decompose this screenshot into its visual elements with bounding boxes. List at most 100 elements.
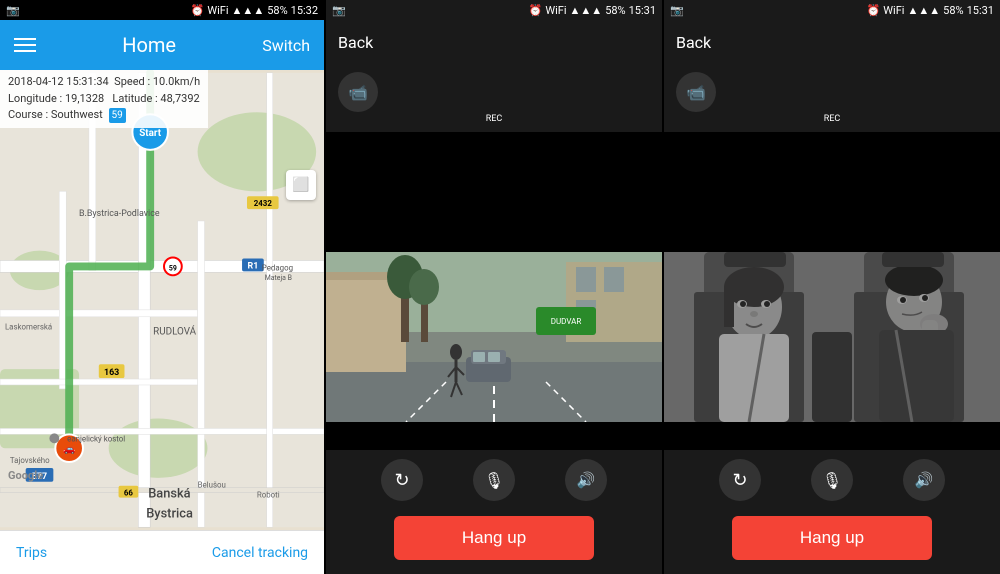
svg-text:Mateja B: Mateja B (265, 274, 292, 282)
svg-text:59: 59 (169, 264, 177, 272)
svg-text:Start: Start (139, 128, 162, 139)
time-3: 15:31 (967, 4, 994, 17)
video-top-bar-1: Back (326, 20, 662, 64)
info-line1: 2018-04-12 15:31:34 Speed : 10.0km/h (8, 74, 200, 91)
bottom-bar: Trips Cancel tracking (0, 530, 324, 574)
svg-text:66: 66 (124, 489, 134, 498)
bottom-black-area-1 (326, 422, 662, 450)
interior-scene-svg (664, 252, 1000, 422)
time-2: 15:31 (629, 4, 656, 17)
rec-label-2: REC (676, 114, 988, 124)
google-logo: Google (8, 469, 43, 482)
course-value: Southwest (51, 108, 103, 121)
video-panel-front: 📷 ⏰ WiFi ▲▲▲ 58% 15:31 Back 📹 REC (326, 0, 662, 574)
rec-button-2[interactable]: 📹 (676, 72, 716, 112)
map-layer-button[interactable]: ⬜ (286, 170, 316, 200)
svg-text:eanjelický kostol: eanjelický kostol (67, 434, 125, 443)
lon-value: 19,1328 (65, 92, 104, 105)
hang-up-area-1: Hang up (326, 510, 662, 574)
top-black-area-1 (326, 132, 662, 252)
svg-text:Bystrica: Bystrica (146, 506, 193, 521)
lat-label: Latitude : (112, 92, 157, 105)
speed-label: Speed : (114, 75, 150, 88)
svg-text:Laskomerská: Laskomerská (5, 323, 52, 332)
wifi-icon-2: WiFi (545, 4, 566, 17)
top-black-area-2 (664, 132, 1000, 252)
volume-icon-1: 🔊 (577, 471, 596, 489)
volume-button-2[interactable]: 🔊 (903, 459, 945, 501)
svg-text:B.Bystrica-Podlavice: B.Bystrica-Podlavice (79, 209, 160, 219)
svg-text:Banská: Banská (148, 487, 190, 502)
rec-area-1: 📹 REC (326, 64, 662, 132)
status-bar-video2: 📷 ⏰ WiFi ▲▲▲ 58% 15:31 (664, 0, 1000, 20)
signal-icon-3: ▲▲▲ (907, 4, 940, 17)
datetime-label: 2018-04-12 15:31:34 (8, 75, 109, 88)
svg-text:🚗: 🚗 (63, 444, 75, 455)
map-overlay-buttons: ⬜ (286, 170, 316, 200)
wifi-icon: WiFi (207, 4, 228, 17)
hang-up-button-1[interactable]: Hang up (394, 516, 594, 560)
back-button-2[interactable]: Back (676, 33, 711, 52)
wifi-icon-3: WiFi (883, 4, 904, 17)
rotate-button-2[interactable]: ↻ (719, 459, 761, 501)
video-top-bar-2: Back (664, 20, 1000, 64)
volume-icon-2: 🔊 (915, 471, 934, 489)
controls-2: ↻ 🎙 🔊 (664, 450, 1000, 510)
lon-label: Longitude : (8, 92, 62, 105)
street-scene-svg: DUDVAR (326, 252, 662, 422)
app-header: Home Switch (0, 20, 324, 70)
map-svg: Start 🚗 E77 163 66 R1 58 2432 B (0, 70, 324, 530)
svg-text:Pedagog: Pedagog (262, 263, 293, 272)
rec-icon-1: 📹 (348, 83, 368, 102)
alarm-icon: ⏰ (191, 4, 205, 17)
trips-button[interactable]: Trips (16, 545, 47, 561)
svg-text:Tajovského: Tajovského (10, 456, 50, 465)
rec-label-1: REC (338, 114, 650, 124)
map-area[interactable]: Start 🚗 E77 163 66 R1 58 2432 B (0, 70, 324, 530)
course-label: Course : (8, 108, 48, 121)
cancel-tracking-button[interactable]: Cancel tracking (212, 545, 308, 561)
svg-text:Belušou: Belušou (198, 481, 226, 490)
lat-value: 48,7392 (160, 92, 199, 105)
status-icons: ⏰ WiFi ▲▲▲ 58% 15:32 (191, 4, 318, 17)
rotate-button-1[interactable]: ↻ (381, 459, 423, 501)
camera-icon: 📷 (6, 4, 20, 17)
info-bar: 2018-04-12 15:31:34 Speed : 10.0km/h Lon… (0, 70, 208, 128)
time-display: 15:32 (291, 4, 318, 17)
info-line2: Longitude : 19,1328 Latitude : 48,7392 (8, 91, 200, 108)
svg-text:163: 163 (104, 368, 119, 378)
svg-text:Roboti: Roboti (257, 491, 280, 500)
front-camera-feed: DUDVAR (326, 252, 662, 422)
signal-icon: ▲▲▲ (232, 4, 265, 17)
rotate-icon-2: ↻ (732, 470, 747, 491)
status-bar-map: 📷 ⏰ WiFi ▲▲▲ 58% 15:32 (0, 0, 324, 20)
alarm-icon-3: ⏰ (867, 4, 881, 17)
signal-icon-2: ▲▲▲ (570, 4, 603, 17)
battery-2: 58% (605, 4, 625, 17)
rec-button-1[interactable]: 📹 (338, 72, 378, 112)
volume-button-1[interactable]: 🔊 (565, 459, 607, 501)
rec-icon-2: 📹 (686, 83, 706, 102)
mic-button-2[interactable]: 🎙 (811, 459, 853, 501)
alarm-icon-2: ⏰ (529, 4, 543, 17)
svg-text:R1: R1 (248, 261, 259, 271)
svg-text:DUDVAR: DUDVAR (551, 317, 582, 326)
speed-value: 10.0km/h (153, 75, 200, 88)
svg-text:RUDLOVÁ: RUDLOVÁ (153, 326, 197, 338)
status-bar-video1: 📷 ⏰ WiFi ▲▲▲ 58% 15:31 (326, 0, 662, 20)
mic-button-1[interactable]: 🎙 (473, 459, 515, 501)
battery-3: 58% (943, 4, 963, 17)
menu-button[interactable] (14, 38, 36, 52)
back-button-1[interactable]: Back (338, 33, 373, 52)
controls-1: ↻ 🎙 🔊 (326, 450, 662, 510)
rear-camera-feed (664, 252, 1000, 422)
rec-area-2: 📹 REC (664, 64, 1000, 132)
status-icons-3: ⏰ WiFi ▲▲▲ 58% 15:31 (867, 4, 994, 17)
rotate-icon-1: ↻ (394, 470, 409, 491)
hang-up-area-2: Hang up (664, 510, 1000, 574)
hang-up-button-2[interactable]: Hang up (732, 516, 932, 560)
map-panel: 📷 ⏰ WiFi ▲▲▲ 58% 15:32 Home Switch 2018-… (0, 0, 324, 574)
switch-button[interactable]: Switch (262, 36, 310, 55)
status-icons-2: ⏰ WiFi ▲▲▲ 58% 15:31 (529, 4, 656, 17)
svg-text:2432: 2432 (254, 199, 273, 208)
